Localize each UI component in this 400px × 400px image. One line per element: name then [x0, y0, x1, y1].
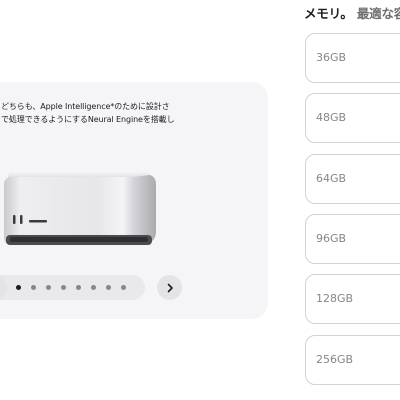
carousel-pagination: [0, 275, 145, 300]
memory-option-label: 256GB: [316, 353, 354, 366]
feature-text-line-2: で処理できるようにするNeural Engineを搭載し: [1, 115, 175, 124]
memory-option-label: 128GB: [316, 292, 354, 305]
feature-card: どちらも、Apple Intelligence*のために設計さ で処理できるよう…: [0, 82, 268, 319]
pagination-dot[interactable]: [106, 285, 111, 290]
pagination-dot[interactable]: [91, 285, 96, 290]
memory-option-64gb[interactable]: 64GB: [305, 154, 400, 204]
memory-option-label: 96GB: [316, 232, 347, 245]
memory-option-48gb[interactable]: 48GB: [305, 93, 400, 143]
memory-option-label: 64GB: [316, 172, 347, 185]
next-button[interactable]: [157, 275, 182, 300]
memory-option-label: 48GB: [316, 111, 347, 124]
chevron-right-icon: [167, 283, 173, 292]
memory-subtitle: 最適な容: [356, 6, 400, 21]
memory-option-96gb[interactable]: 96GB: [305, 214, 400, 264]
memory-heading: メモリ。 最適な容: [304, 3, 400, 22]
previous-button[interactable]: [0, 275, 7, 300]
memory-option-128gb[interactable]: 128GB: [305, 274, 400, 324]
pagination-dot[interactable]: [46, 285, 51, 290]
memory-option-36gb[interactable]: 36GB: [305, 33, 400, 83]
mac-studio-image: [4, 171, 156, 245]
feature-text-line-1: どちらも、Apple Intelligence*のために設計さ: [1, 102, 170, 111]
feature-description: どちらも、Apple Intelligence*のために設計さ で処理できるよう…: [1, 100, 261, 126]
pagination-dot[interactable]: [76, 285, 81, 290]
pagination-dot[interactable]: [31, 285, 36, 290]
memory-option-256gb[interactable]: 256GB: [305, 335, 400, 385]
memory-option-label: 36GB: [316, 51, 347, 64]
pagination-dot[interactable]: [121, 285, 126, 290]
pagination-dot[interactable]: [61, 285, 66, 290]
pagination-dot[interactable]: [16, 285, 21, 290]
memory-title: メモリ。: [304, 6, 353, 21]
